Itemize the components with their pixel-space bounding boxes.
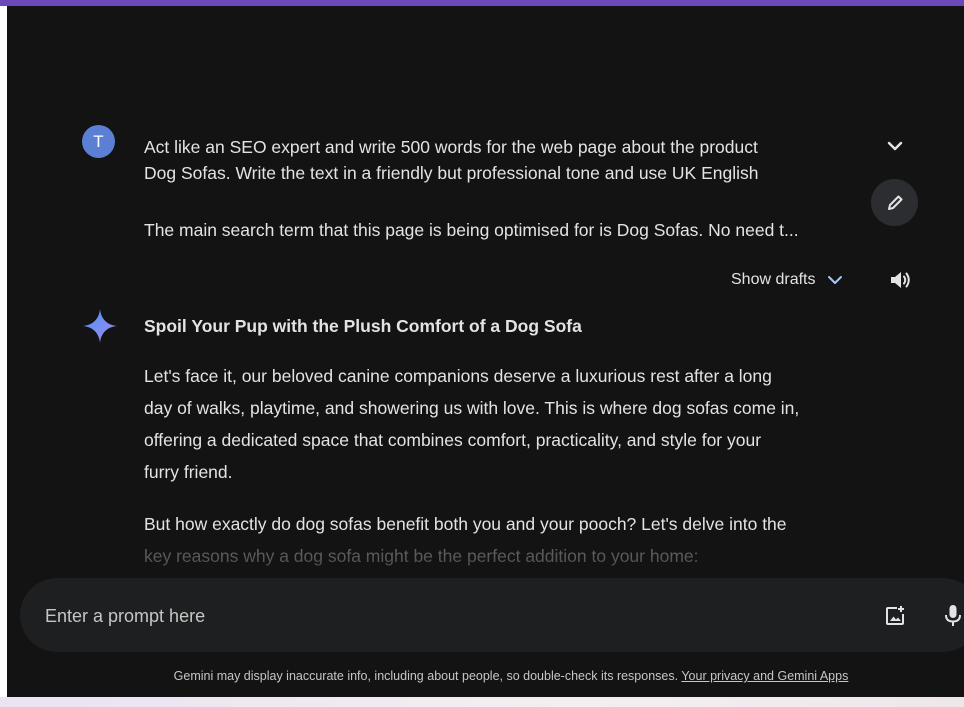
speaker-icon: [891, 272, 910, 288]
paragraph-1-line-2: day of walks, playtime, and showering us…: [144, 398, 800, 418]
expand-prompt-button[interactable]: [881, 132, 909, 160]
prompt-input-bar: [20, 578, 964, 652]
chevron-down-icon: [887, 141, 903, 151]
response-title: Spoil Your Pup with the Plush Comfort of…: [144, 316, 582, 336]
paragraph-1-line-1: Let's face it, our beloved canine compan…: [144, 366, 772, 386]
window-bottom-strip: [0, 697, 964, 707]
privacy-link[interactable]: Your privacy and Gemini Apps: [681, 669, 848, 683]
upload-image-button[interactable]: [882, 603, 908, 629]
paragraph-1-line-3: offering a dedicated space that combines…: [144, 430, 762, 450]
user-prompt-line-2: Dog Sofas. Write the text in a friendly …: [144, 163, 759, 183]
microphone-button[interactable]: [940, 602, 964, 630]
prompt-input[interactable]: [43, 602, 847, 630]
response-paragraph-2: But how exactly do dog sofas benefit bot…: [144, 508, 884, 572]
listen-button[interactable]: [887, 266, 915, 294]
user-prompt-line-1: Act like an SEO expert and write 500 wor…: [144, 137, 758, 157]
user-prompt-line-3: The main search term that this page is b…: [144, 220, 799, 240]
disclaimer: Gemini may display inaccurate info, incl…: [7, 667, 964, 685]
gemini-chat-window: T Act like an SEO expert and write 500 w…: [7, 6, 964, 697]
paragraph-1-line-4: furry friend.: [144, 462, 233, 482]
screenshot-frame: T Act like an SEO expert and write 500 w…: [0, 0, 964, 707]
paragraph-2-line-2: key reasons why a dog sofa might be the …: [144, 546, 699, 566]
pencil-icon: [887, 195, 902, 210]
microphone-icon: [945, 605, 961, 626]
response-paragraph-1: Let's face it, our beloved canine compan…: [144, 360, 884, 488]
edit-prompt-button[interactable]: [871, 179, 918, 226]
disclaimer-text: Gemini may display inaccurate info, incl…: [173, 669, 682, 683]
gemini-spark-icon: [83, 309, 117, 343]
show-drafts-button[interactable]: Show drafts: [731, 267, 843, 293]
add-image-icon: [886, 606, 904, 625]
user-avatar[interactable]: T: [82, 125, 115, 158]
show-drafts-label: Show drafts: [731, 271, 816, 288]
chevron-down-icon: [828, 276, 843, 284]
paragraph-2-line-1: But how exactly do dog sofas benefit bot…: [144, 514, 787, 534]
